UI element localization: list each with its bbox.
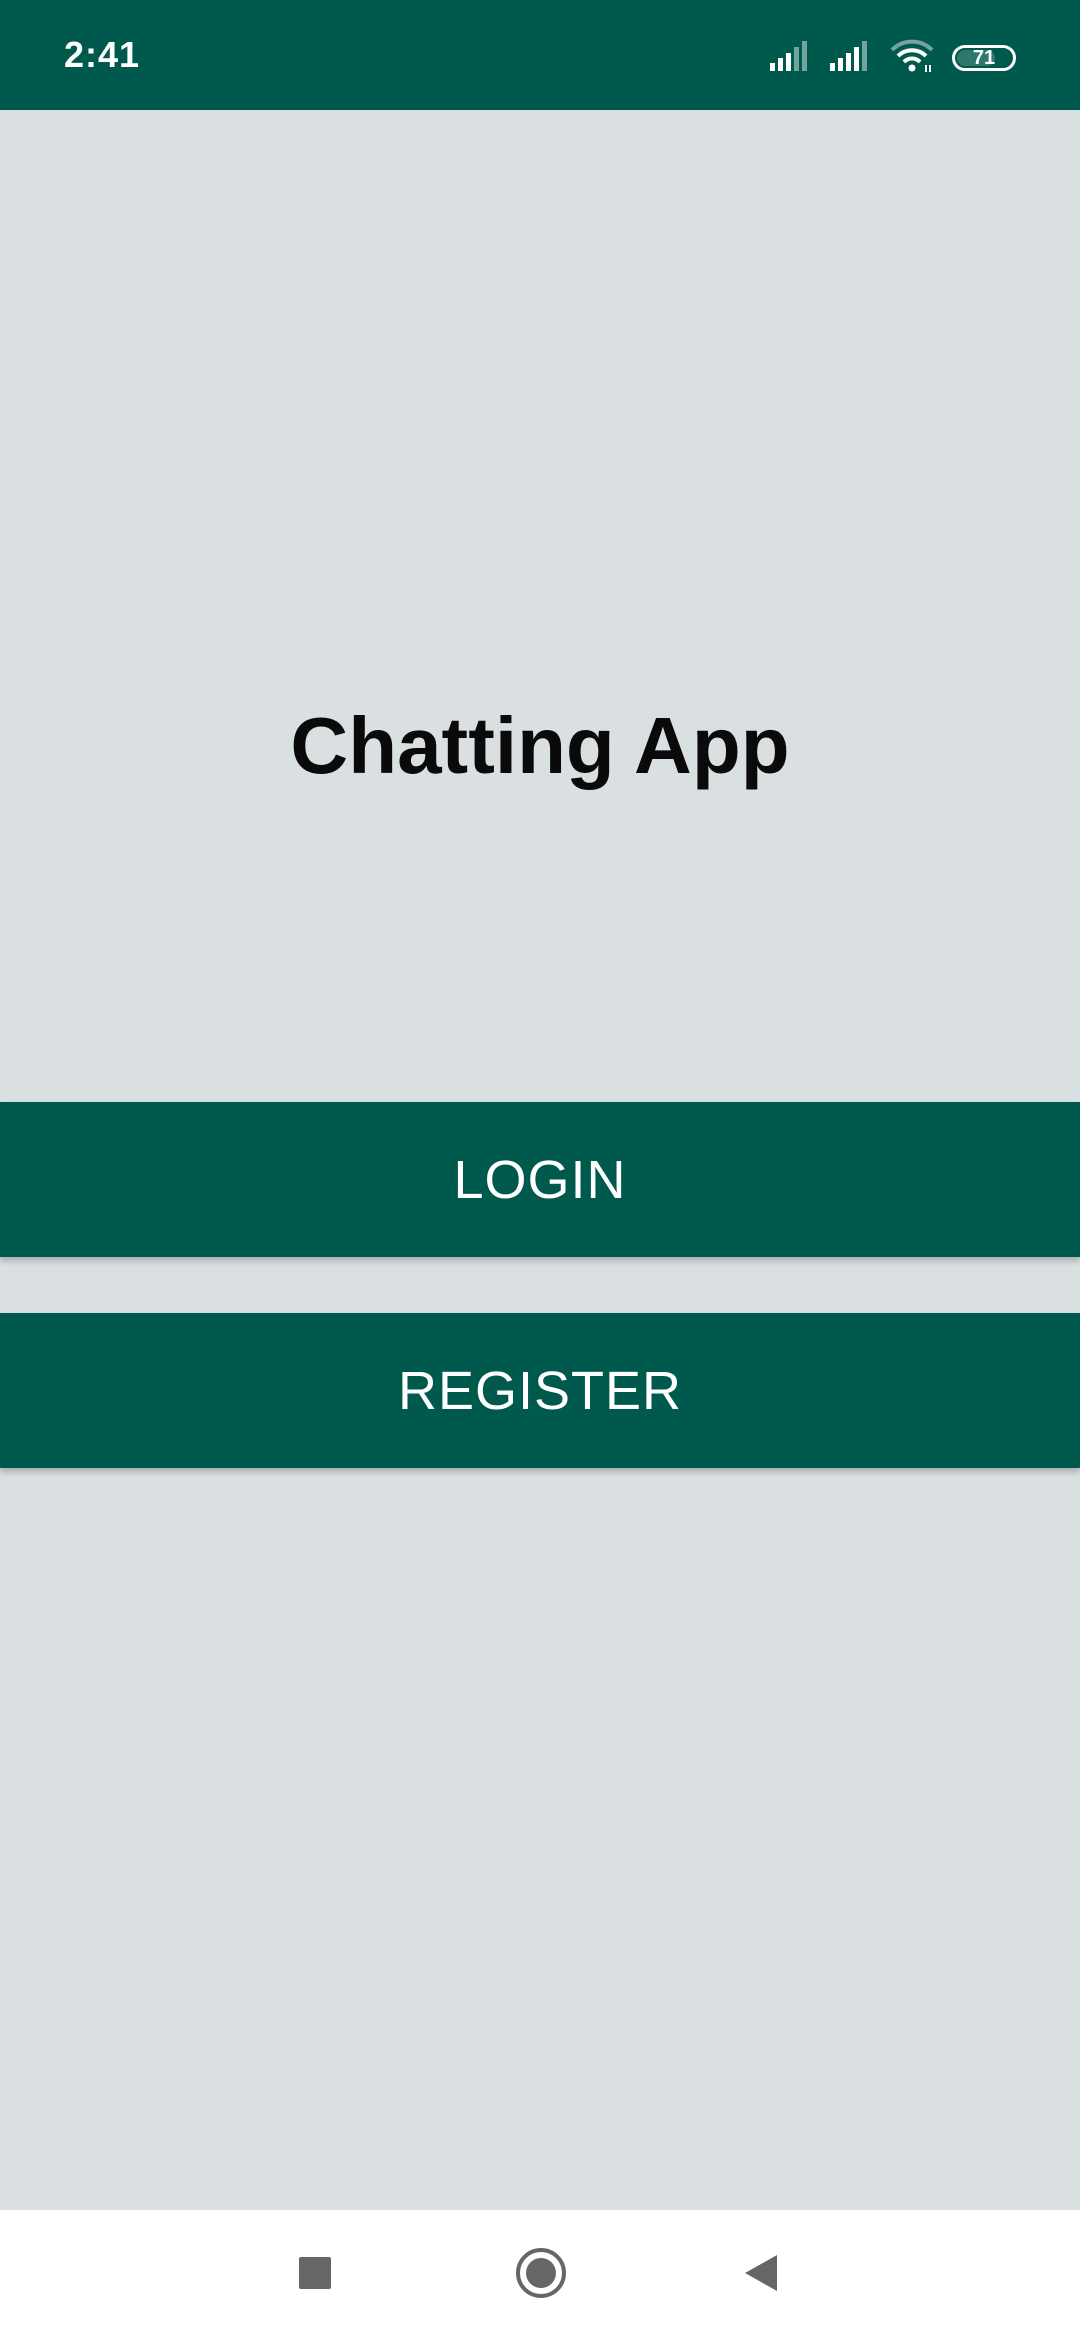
app-title: Chatting App <box>290 701 790 790</box>
home-circle-icon <box>514 2246 568 2305</box>
back-triangle-icon <box>743 2253 779 2298</box>
login-button[interactable]: LOGIN <box>0 1102 1080 1257</box>
status-time: 2:41 <box>64 34 141 75</box>
navigation-bar <box>0 2210 1080 2340</box>
wifi-icon <box>890 39 934 78</box>
battery-icon: 71 <box>952 45 1016 71</box>
status-icons: 71 <box>770 38 1016 78</box>
battery-fill <box>957 50 996 66</box>
recents-square-icon <box>298 2256 332 2295</box>
home-button[interactable] <box>496 2230 586 2320</box>
recents-button[interactable] <box>270 2230 360 2320</box>
cell-signal-icon <box>770 40 812 76</box>
register-button[interactable]: REGISTER <box>0 1313 1080 1468</box>
status-bar: 2:41 71 <box>0 0 1080 110</box>
back-button[interactable] <box>716 2230 806 2320</box>
cell-signal-icon <box>830 40 872 76</box>
